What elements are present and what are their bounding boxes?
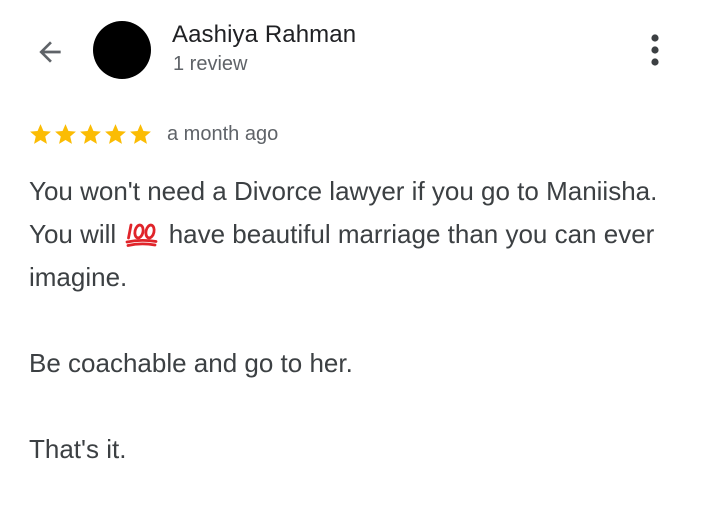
star-icon (53, 122, 78, 147)
review-time: a month ago (167, 123, 279, 145)
more-options-button[interactable] (634, 27, 676, 73)
review-text-part-2: have beautiful marriage than you can eve… (29, 219, 655, 292)
star-icon (28, 122, 53, 147)
reviewer-name[interactable]: Aashiya Rahman (172, 20, 356, 50)
rating-row: a month ago (28, 119, 278, 149)
avatar[interactable] (93, 21, 151, 79)
review-screen: Aashiya Rahman 1 review a month ago You … (0, 0, 706, 511)
hundred-points-emoji (126, 223, 158, 247)
star-icon (128, 122, 153, 147)
review-text: You won't need a Divorce lawyer if you g… (29, 170, 689, 471)
more-vert-icon (651, 34, 659, 66)
star-icon (78, 122, 103, 147)
star-icon (103, 122, 128, 147)
review-paragraph-3: That's it. (29, 434, 127, 464)
review-paragraph-1: You won't need a Divorce lawyer if you g… (29, 170, 689, 299)
back-button[interactable] (24, 26, 76, 78)
star-rating (28, 122, 153, 147)
review-paragraph-2: Be coachable and go to her. (29, 348, 353, 378)
arrow-left-icon (39, 41, 61, 63)
review-count: 1 review (173, 53, 248, 75)
